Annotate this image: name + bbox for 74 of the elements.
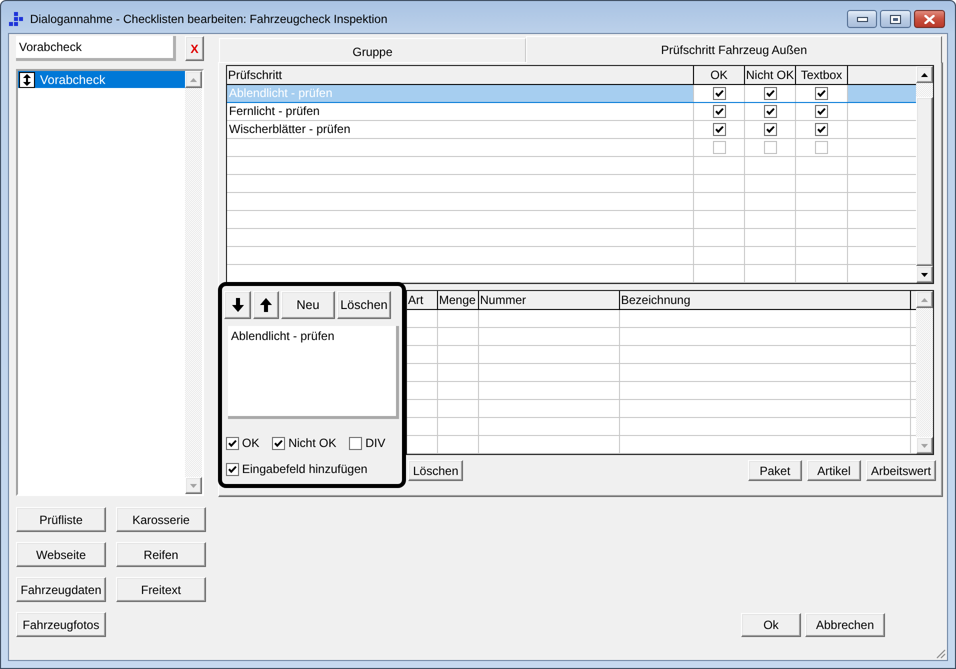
scroll-down-button[interactable] <box>916 266 933 283</box>
column-header[interactable]: Prüfschritt <box>227 66 694 84</box>
checkbox[interactable] <box>764 141 776 154</box>
tool-button[interactable]: Neu <box>281 291 335 319</box>
checkbox[interactable] <box>764 123 776 136</box>
side-button[interactable]: Prüfliste <box>16 507 106 532</box>
app-icon <box>8 11 24 27</box>
scroll-up-button[interactable] <box>916 66 933 83</box>
maximize-button[interactable] <box>880 10 911 28</box>
checkbox-label: Nicht OK <box>288 437 336 450</box>
column-header[interactable]: Nummer <box>479 291 620 309</box>
action-button[interactable]: Löschen <box>408 460 464 481</box>
table-row[interactable]: Wischerblätter - prüfen <box>227 121 916 139</box>
move-up-button[interactable] <box>253 291 279 319</box>
checkbox[interactable] <box>712 87 726 100</box>
side-button[interactable]: Karosserie <box>116 507 206 532</box>
resize-grip-icon <box>934 647 946 659</box>
action-button[interactable]: Arbeitswert <box>866 460 936 481</box>
triangle-down-icon <box>921 444 928 448</box>
column-header[interactable]: Nicht OK <box>745 66 796 84</box>
checkbox[interactable] <box>712 105 726 118</box>
clear-button[interactable]: X <box>185 36 204 61</box>
side-button[interactable]: Reifen <box>116 542 206 567</box>
checkbox[interactable] <box>226 463 239 476</box>
triangle-down-icon <box>921 272 928 276</box>
checkbox[interactable] <box>815 87 828 100</box>
minimize-icon <box>856 16 868 22</box>
side-button[interactable]: Fahrzeugfotos <box>16 612 106 637</box>
dialog-button[interactable]: Ok <box>741 613 801 637</box>
checkbox[interactable] <box>815 123 828 136</box>
table-row[interactable]: Fernlicht - prüfen <box>227 103 916 121</box>
checkbox-label: Eingabefeld hinzufügen <box>242 463 368 476</box>
window-title: Dialogannahme - Checklisten bearbeiten: Fahrzeugcheck Inspektion <box>30 12 388 26</box>
checkbox[interactable] <box>764 105 776 118</box>
action-button[interactable]: Paket <box>748 460 802 481</box>
step-text-field[interactable]: Ablendlicht - prüfen <box>228 326 399 419</box>
triangle-up-icon <box>921 298 928 302</box>
close-icon <box>924 14 935 24</box>
arrow-up-icon <box>260 298 272 312</box>
checkbox[interactable] <box>815 141 828 154</box>
checkbox[interactable] <box>272 437 286 450</box>
maximize-icon <box>890 14 901 24</box>
tab[interactable]: Gruppe <box>219 38 526 62</box>
checkbox[interactable] <box>226 437 239 450</box>
column-header[interactable]: Bezeichnung <box>620 291 911 309</box>
checkbox[interactable] <box>712 141 726 154</box>
checkbox-label: OK <box>242 437 260 450</box>
column-header[interactable]: Art <box>407 291 438 309</box>
column-header[interactable]: Textbox <box>796 66 848 84</box>
triangle-up-icon <box>921 72 928 76</box>
list-item[interactable]: Vorabcheck <box>18 71 185 88</box>
side-button[interactable]: Freitext <box>116 577 206 602</box>
tab[interactable]: Prüfschritt Fahrzeug Außen <box>526 36 942 63</box>
checkbox[interactable] <box>764 87 776 100</box>
triangle-down-icon <box>190 484 197 488</box>
checkbox[interactable] <box>815 105 828 118</box>
column-header[interactable]: OK <box>694 66 745 84</box>
minimize-button[interactable] <box>847 10 877 28</box>
checkbox-label: DIV <box>365 437 386 450</box>
action-button[interactable]: Artikel <box>806 460 861 481</box>
search-field[interactable]: Vorabcheck <box>16 36 176 61</box>
arrow-down-icon <box>232 298 244 312</box>
close-button[interactable] <box>914 10 945 28</box>
checkbox[interactable] <box>349 437 362 450</box>
column-header[interactable]: Menge <box>438 291 479 309</box>
checkbox[interactable] <box>712 123 726 136</box>
tool-button[interactable]: Löschen <box>337 291 391 319</box>
scrollbar[interactable] <box>916 66 933 283</box>
side-button[interactable]: Fahrzeugdaten <box>16 577 106 602</box>
dialog-button[interactable]: Abbrechen <box>805 613 885 637</box>
side-button[interactable]: Webseite <box>16 542 106 567</box>
triangle-up-icon <box>190 78 197 82</box>
move-down-button[interactable] <box>224 291 251 319</box>
scrollbar-thumb[interactable] <box>916 97 933 266</box>
